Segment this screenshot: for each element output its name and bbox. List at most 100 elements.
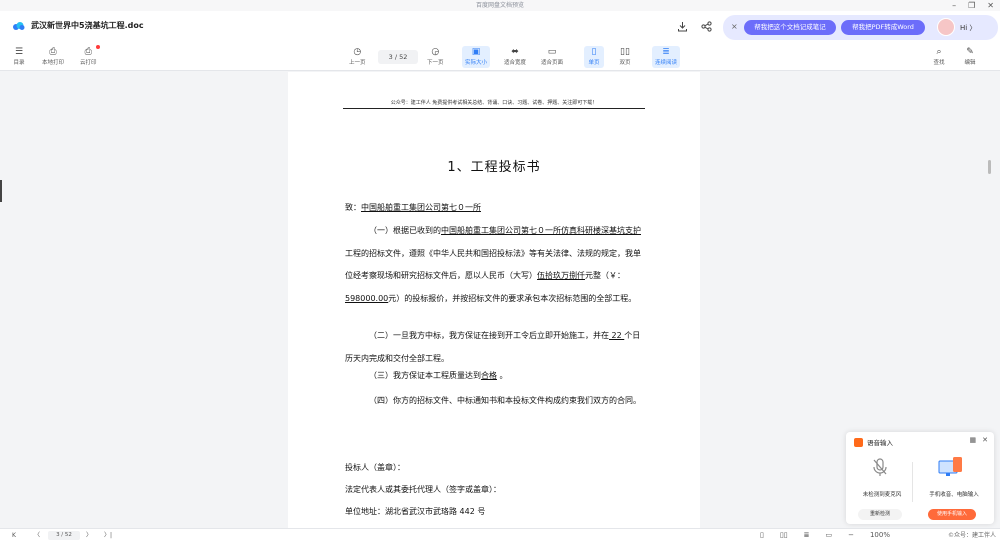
- view-double-icon[interactable]: ▯▯: [780, 531, 788, 539]
- next-page-icon[interactable]: 〉: [86, 530, 92, 541]
- grid-icon[interactable]: ▦: [970, 436, 977, 444]
- pc-phone-icon: [938, 456, 964, 480]
- single-page-icon: ▯: [591, 47, 597, 57]
- mic-status-text: 未检测到麦克风: [862, 492, 902, 498]
- fit-page-button[interactable]: ▭ 适合页面: [541, 46, 563, 66]
- doc-title-group: 武汉新世界中5浇基坑工程.doc: [12, 20, 144, 31]
- viewer-toolbar: ☰ 目录 ⎙ 本地打印 ⎙ 云打印 ◷ 上一页 ◶ 下一页 ▣ 实际大小 ⬌ 适…: [0, 43, 1000, 71]
- window-titlebar: 百度网盘文档预览 – ❐ ✕: [0, 0, 1000, 11]
- bottom-page-indicator[interactable]: 3 / 52: [48, 531, 80, 540]
- para-to: 致：中国船舶重工集团公司第七０一所: [345, 202, 645, 213]
- last-page-icon[interactable]: 〉|: [104, 530, 112, 541]
- catalog-button[interactable]: ☰ 目录: [12, 46, 26, 66]
- p2-c: 22: [609, 331, 625, 340]
- continuous-read-button[interactable]: ≣ 连续阅读: [652, 46, 681, 68]
- local-print-button[interactable]: ⎙ 本地打印: [42, 46, 64, 66]
- window-title: 百度网盘文档预览: [475, 2, 524, 9]
- minimize-icon[interactable]: –: [952, 0, 956, 11]
- bottom-bar: K 〈 3 / 52 〉 〉| ▯ ▯▯ ≣ ▭ − 100% ©众号：建工伴人: [0, 528, 1000, 541]
- share-icon[interactable]: [700, 20, 712, 32]
- fit-page-icon: ▭: [547, 47, 557, 57]
- close-icon[interactable]: ✕: [987, 0, 994, 11]
- para-2: （二）一旦我方中标，我方保证在接到开工令后立即开始施工，并在 22 个日历天内完…: [345, 325, 645, 370]
- cloud-printer-icon: ⎙: [84, 47, 92, 57]
- p1-a: （一）根据已收到的: [369, 226, 441, 235]
- p1-c: 深基坑支护: [601, 226, 641, 235]
- doc-title: 武汉新世界中5浇基坑工程.doc: [31, 21, 144, 30]
- voice-close-icon[interactable]: ✕: [982, 436, 988, 444]
- fit-width-button[interactable]: ⬌ 适合宽度: [504, 46, 526, 66]
- pencil-icon: ✎: [966, 47, 974, 57]
- continuous-label: 连续阅读: [655, 60, 678, 66]
- ai-close-icon[interactable]: ×: [731, 22, 738, 31]
- p2-b: 在: [601, 331, 609, 340]
- p1-b: 中国船舶重工集团公司第七０一所仿真科研楼: [441, 226, 601, 235]
- view-single-icon[interactable]: ▯: [760, 531, 764, 539]
- first-page-icon[interactable]: K: [12, 530, 16, 541]
- double-page-icon: ▯▯: [620, 47, 630, 57]
- prev-circle-icon: ◷: [353, 47, 362, 57]
- mic-off-icon: [872, 458, 888, 478]
- p1-k: 标文件的要求承包本次招标范围的全部工程。: [476, 293, 637, 303]
- catalog-label: 目录: [13, 60, 25, 66]
- p4-a: （四）你方的招标文件、中标通知书和本投标文件构成约束我们双: [369, 396, 601, 405]
- next-label: 下一页: [427, 60, 444, 66]
- local-print-label: 本地打印: [42, 60, 65, 66]
- notification-dot: [96, 45, 100, 49]
- bidder-line: 投标人（盖章）：: [345, 463, 405, 472]
- catalog-icon: ☰: [14, 47, 24, 57]
- actual-size-label: 实际大小: [465, 60, 488, 66]
- next-page-button[interactable]: ◶ 下一页: [427, 46, 444, 66]
- p1-g: 伍拾玖万捌仟: [537, 271, 585, 280]
- ai-pdf-to-word-button[interactable]: 帮我把PDF转成Word: [841, 20, 925, 35]
- download-icon[interactable]: [676, 20, 688, 32]
- p4-b: 方的合同。: [601, 396, 641, 405]
- edit-label: 编辑: [964, 60, 976, 66]
- ai-note-button[interactable]: 帮我把这个文档记成笔记: [744, 20, 836, 35]
- zoom-level[interactable]: 100%: [870, 531, 890, 539]
- p1-d: 工程的招标文件，遵照《中华人民共和国招投标法》等有关: [345, 248, 553, 258]
- edit-button[interactable]: ✎ 编辑: [963, 46, 977, 66]
- double-page-button[interactable]: ▯▯ 双页: [618, 46, 632, 66]
- cloud-print-button[interactable]: ⎙ 云打印: [80, 46, 97, 66]
- legal-rep-line: 法定代表人或其委托代理人（签字或盖章）：: [345, 485, 501, 494]
- page-header-line: 公众号：建工伴人 免费提供考试相关总结、背诵、口诀、习题、试卷、押题、关注即可下…: [343, 99, 645, 109]
- actual-size-button[interactable]: ▣ 实际大小: [462, 46, 491, 68]
- p3-b: 合格: [481, 371, 497, 380]
- prev-label: 上一页: [349, 60, 366, 66]
- ai-avatar[interactable]: [937, 18, 955, 36]
- search-button[interactable]: ⌕ 查找: [932, 46, 946, 66]
- window-controls: – ❐ ✕: [952, 0, 994, 11]
- p3-a: （三）我方保证本工程质量达到: [369, 371, 481, 380]
- document-page: 公众号：建工伴人 免费提供考试相关总结、背诵、口诀、习题、试卷、押题、关注即可下…: [288, 72, 700, 528]
- p3-c: 。: [497, 371, 508, 380]
- voice-title-group: 语音输入: [854, 437, 893, 447]
- page-indicator[interactable]: 3 / 52: [378, 50, 418, 64]
- fit-width-icon: ⬌: [511, 47, 519, 57]
- ai-assistant-bar: × 帮我把这个文档记成笔记 帮我把PDF转成Word Hi 〉: [723, 15, 998, 40]
- para-3: （三）我方保证本工程质量达到合格 。: [345, 370, 645, 381]
- redetect-button[interactable]: 重新检测: [858, 509, 902, 520]
- voice-controls: ▦ ✕: [970, 436, 989, 444]
- prev-page-icon[interactable]: 〈: [34, 530, 40, 541]
- cloud-print-label: 云打印: [80, 60, 97, 66]
- restore-icon[interactable]: ❐: [968, 0, 975, 11]
- zoom-out-icon[interactable]: −: [848, 531, 854, 539]
- voice-title: 语音输入: [867, 439, 893, 447]
- baidu-cloud-icon: [12, 21, 25, 31]
- prev-page-button[interactable]: ◷ 上一页: [349, 46, 366, 66]
- single-page-button[interactable]: ▯ 单页: [584, 46, 604, 68]
- vertical-scrollbar[interactable]: [988, 160, 991, 174]
- view-scroll-icon[interactable]: ≣: [804, 531, 810, 539]
- p1-h: 元整（￥：: [585, 271, 625, 280]
- p1-i: 598000.00: [345, 293, 389, 303]
- ai-greeting[interactable]: Hi 〉: [960, 23, 976, 33]
- double-page-label: 双页: [619, 60, 631, 66]
- fit-icon[interactable]: ▭: [825, 531, 832, 539]
- search-icon: ⌕: [936, 47, 942, 57]
- to-prefix: 致：: [345, 203, 361, 212]
- address-line: 单位地址：湖北省武汉市武珞路 442 号: [345, 507, 486, 516]
- voice-logo-icon: [854, 437, 863, 447]
- printer-icon: ⎙: [49, 47, 57, 57]
- use-phone-button[interactable]: 使用手机输入: [928, 509, 976, 520]
